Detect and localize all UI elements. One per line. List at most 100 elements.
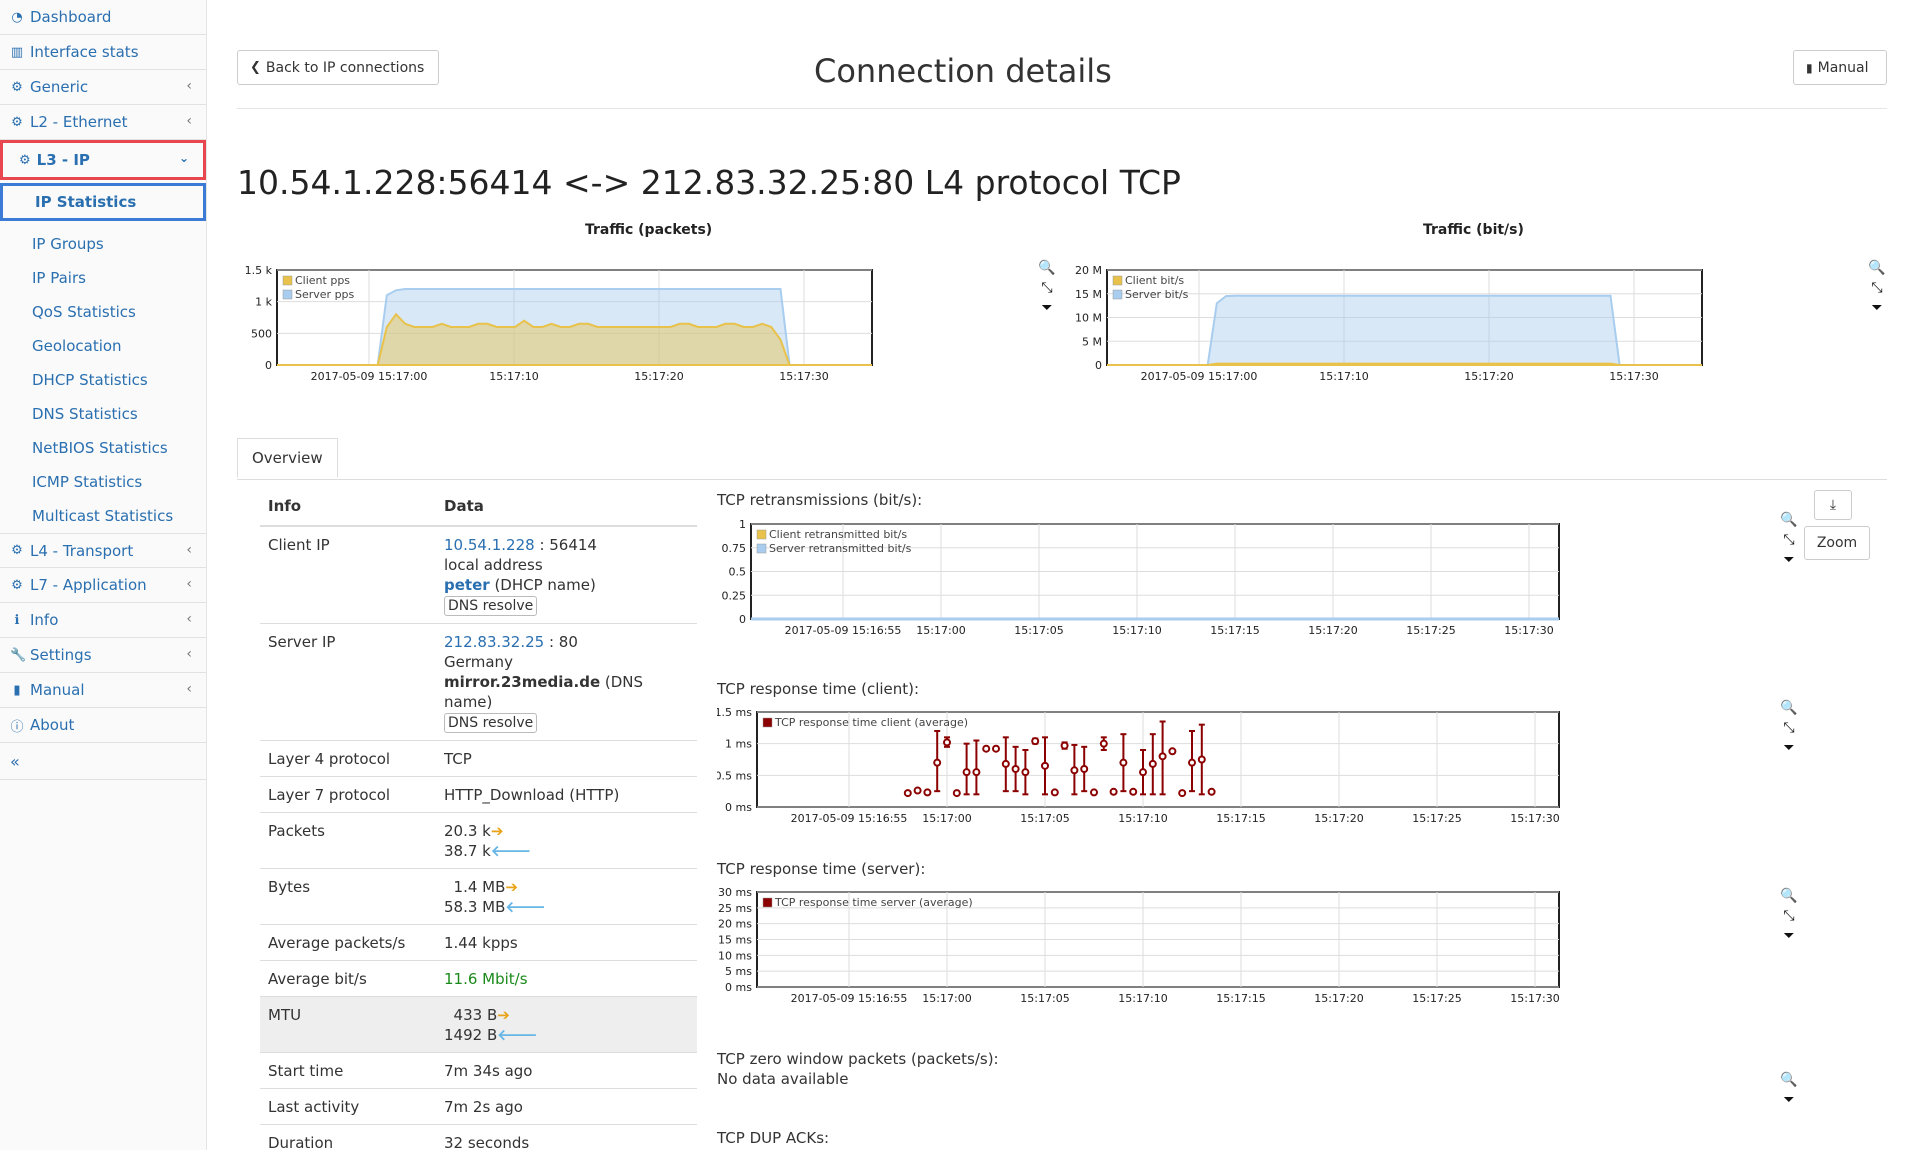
data-point — [1169, 748, 1175, 754]
row-label: Layer 4 protocol — [260, 741, 436, 777]
sidebar-subitem-icmp-statistics[interactable]: ICMP Statistics — [0, 465, 206, 499]
x-tick-label: 15:17:30 — [1510, 992, 1559, 1005]
sidebar-item-l2-ethernet[interactable]: ⚙L2 - Ethernet‹ — [0, 105, 206, 140]
caret-down-icon[interactable]: ⏷ — [1867, 298, 1887, 318]
y-tick-label: 1 ms — [725, 738, 752, 751]
y-tick-label: 1.5 ms — [717, 706, 752, 719]
zoom-icon[interactable]: 🔍 — [1779, 510, 1799, 530]
client-ip-link[interactable]: 10.54.1.228 — [444, 536, 535, 554]
server-ip-link[interactable]: 212.83.32.25 — [444, 633, 544, 651]
x-tick-label: 15:17:30 — [1504, 624, 1553, 637]
dns-resolve-button[interactable]: DNS resolve — [444, 713, 537, 733]
legend-label: Client bit/s — [1125, 274, 1184, 287]
sidebar-subitem-qos-statistics[interactable]: QoS Statistics — [0, 295, 206, 329]
chart-tools: 🔍 ⤡ ⏷ — [1779, 886, 1799, 946]
dns-resolve-button[interactable]: DNS resolve — [444, 596, 537, 616]
sidebar-item-l4-transport[interactable]: ⚙L4 - Transport‹ — [0, 533, 206, 568]
sidebar-subitem-ip-pairs[interactable]: IP Pairs — [0, 261, 206, 295]
info-icon: ℹ — [10, 613, 24, 628]
compress-icon[interactable]: ⤡ — [1867, 278, 1887, 298]
caret-down-icon[interactable]: ⏷ — [1779, 550, 1799, 570]
sidebar-item-interface-stats[interactable]: ▥Interface stats — [0, 35, 206, 70]
chart-tools: 🔍 ⏷ — [1779, 1070, 1799, 1110]
legend-swatch — [1113, 290, 1122, 299]
sidebar-item-label: About — [30, 716, 74, 734]
sidebar-item-info[interactable]: ℹInfo‹ — [0, 603, 206, 638]
download-button[interactable]: ⤓ — [1814, 490, 1852, 520]
caret-down-icon[interactable]: ⏷ — [1779, 926, 1799, 946]
sidebar-subitem-geolocation[interactable]: Geolocation — [0, 329, 206, 363]
zoom-icon[interactable]: 🔍 — [1037, 258, 1057, 278]
sidebar-item-ip-statistics[interactable]: IP Statistics — [0, 183, 206, 221]
sidebar-item-label: Interface stats — [30, 43, 139, 61]
row-value: 32 seconds — [436, 1125, 697, 1160]
sidebar-item-manual[interactable]: ▮Manual‹ — [0, 673, 206, 708]
sidebar-item-l3-ip[interactable]: ⚙ L3 - IP ⌄ — [0, 140, 206, 180]
book-icon: ▮ — [10, 683, 24, 698]
compress-icon[interactable]: ⤡ — [1037, 278, 1057, 298]
y-tick-label: 1 — [739, 518, 746, 531]
sidebar-item-generic[interactable]: ⚙Generic‹ — [0, 70, 206, 105]
dhcp-name-link[interactable]: peter — [444, 576, 490, 594]
sidebar-item-l7-application[interactable]: ⚙L7 - Application‹ — [0, 568, 206, 603]
manual-button[interactable]: ▮ Manual — [1793, 50, 1887, 85]
resp-server-title: TCP response time (server): — [717, 860, 925, 878]
compress-icon[interactable]: ⤡ — [1779, 718, 1799, 738]
data-point — [905, 790, 911, 796]
row-value: 20.3 k➔ 38.7 k🡐 — [436, 813, 697, 869]
compress-icon[interactable]: ⤡ — [1779, 530, 1799, 550]
x-tick-label: 15:17:15 — [1216, 992, 1265, 1005]
sidebar-item-about[interactable]: ⓘ About — [0, 708, 206, 743]
row-value: 7m 34s ago — [436, 1053, 697, 1089]
sidebar-subitem-dhcp-statistics[interactable]: DHCP Statistics — [0, 363, 206, 397]
sidebar-subitem-dns-statistics[interactable]: DNS Statistics — [0, 397, 206, 431]
x-tick-label: 15:17:30 — [1609, 370, 1658, 383]
legend-label: Client retransmitted bit/s — [769, 528, 907, 541]
y-tick-label: 10 M — [1075, 312, 1102, 325]
y-tick-label: 30 ms — [718, 886, 752, 899]
traffic-packets-chart: 1.5 k1 k50002017-05-09 15:17:0015:17:101… — [237, 250, 1017, 410]
chevron-left-icon: ‹ — [186, 611, 192, 627]
x-tick-label: 15:17:30 — [1510, 812, 1559, 825]
dhcp-name-suffix: (DHCP name) — [494, 576, 595, 594]
sidebar-subitem-netbios-statistics[interactable]: NetBIOS Statistics — [0, 431, 206, 465]
caret-down-icon[interactable]: ⏷ — [1037, 298, 1057, 318]
x-tick-label: 15:17:10 — [489, 370, 538, 383]
x-tick-label: 15:17:10 — [1112, 624, 1161, 637]
connection-info-table: Info Data Client IP 10.54.1.228 : 56414 … — [260, 487, 697, 1160]
tab-overview[interactable]: Overview — [237, 438, 338, 478]
data-point — [1150, 761, 1156, 767]
caret-down-icon[interactable]: ⏷ — [1779, 1090, 1799, 1110]
row-label: Packets — [260, 813, 436, 869]
mtu-client: 433 B — [454, 1006, 498, 1024]
data-point — [1081, 766, 1087, 772]
arrow-left-icon: 🡐 — [505, 898, 545, 916]
collapse-sidebar-button[interactable]: « — [0, 743, 206, 780]
caret-down-icon[interactable]: ⏷ — [1779, 738, 1799, 758]
data-point — [1032, 738, 1038, 744]
chart-tools: 🔍 ⤡ ⏷ — [1779, 510, 1799, 570]
compress-icon[interactable]: ⤡ — [1779, 906, 1799, 926]
x-tick-label: 15:17:25 — [1406, 624, 1455, 637]
info-circle-icon: ⓘ — [10, 716, 24, 735]
arrow-left-icon: 🡐 — [497, 1026, 537, 1044]
data-point — [944, 739, 950, 745]
sidebar-subitem-ip-groups[interactable]: IP Groups — [0, 227, 206, 261]
zoom-button[interactable]: Zoom — [1804, 526, 1870, 560]
zoom-icon[interactable]: 🔍 — [1779, 886, 1799, 906]
sidebar-item-dashboard[interactable]: ◔Dashboard — [0, 0, 206, 35]
legend-swatch — [757, 544, 766, 553]
arrow-right-icon: ➔ — [491, 822, 504, 840]
column-header: Data — [436, 487, 697, 526]
traffic-bits-chart: 20 M15 M10 M5 M02017-05-09 15:17:0015:17… — [1067, 250, 1847, 410]
mtu-server: 1492 B — [444, 1026, 497, 1044]
zoom-icon[interactable]: 🔍 — [1779, 698, 1799, 718]
sidebar-subitem-multicast-statistics[interactable]: Multicast Statistics — [0, 499, 206, 533]
sidebar-item-settings[interactable]: 🔧Settings‹ — [0, 638, 206, 673]
back-button[interactable]: ❮ Back to IP connections — [237, 50, 439, 85]
y-tick-label: 0.75 — [722, 542, 747, 555]
y-tick-label: 20 M — [1075, 264, 1102, 277]
zoom-icon[interactable]: 🔍 — [1867, 258, 1887, 278]
zoom-icon[interactable]: 🔍 — [1779, 1070, 1799, 1090]
sidebar-item-label: IP Statistics — [35, 193, 136, 211]
